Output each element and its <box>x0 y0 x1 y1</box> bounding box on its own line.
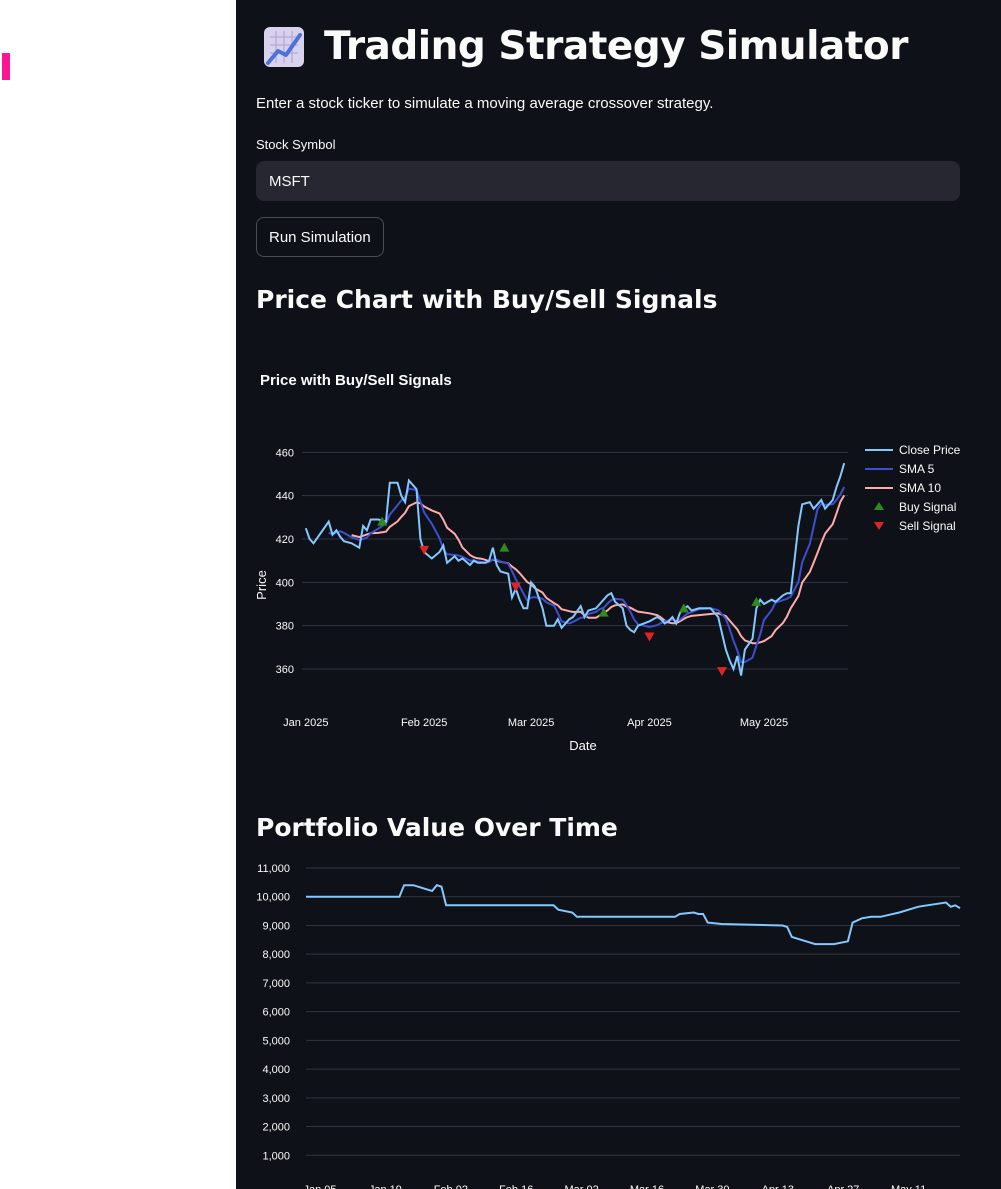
portfolio-y-tick-label: 11,000 <box>257 863 290 875</box>
portfolio-value-line <box>306 884 961 946</box>
stock-symbol-label: Stock Symbol <box>256 137 336 152</box>
portfolio-y-tick-label: 9,000 <box>262 920 290 932</box>
portfolio-y-tick-label: 10,000 <box>256 892 290 904</box>
sidebar-collapse-handle[interactable] <box>2 53 10 80</box>
price-x-tick-label: Mar 2025 <box>508 717 554 729</box>
portfolio-y-tick-label: 4,000 <box>262 1064 290 1076</box>
portfolio-x-tick-label: Feb 02 <box>434 1184 468 1189</box>
price-y-tick-label: 360 <box>276 664 294 676</box>
sell-signal-marker <box>419 545 430 555</box>
date-axis-label: Date <box>569 738 596 753</box>
portfolio-x-tick-label: Jan 19 <box>369 1184 402 1189</box>
price-chart-y-ticks: 360 380 400 420 440 460 <box>276 447 294 676</box>
legend-close-price[interactable]: Close Price <box>899 443 961 457</box>
portfolio-x-tick-label: Feb 16 <box>499 1184 533 1189</box>
main-content: Trading Strategy Simulator Enter a stock… <box>236 0 1001 1189</box>
page-title: Trading Strategy Simulator <box>324 24 908 69</box>
chart-increasing-icon <box>264 26 304 67</box>
portfolio-x-tick-label: Apr 13 <box>762 1184 794 1189</box>
portfolio-y-tick-label: 3,000 <box>262 1093 290 1105</box>
portfolio-chart-x-ticks: Jan 05 Jan 19 Feb 02 Feb 16 Mar 02 Mar 16 Mar … <box>303 1184 926 1189</box>
portfolio-x-tick-label: Mar 16 <box>630 1184 664 1189</box>
price-chart-gridlines <box>302 451 848 670</box>
portfolio-y-tick-label: 8,000 <box>262 949 290 961</box>
buy-signal-marker <box>499 542 510 552</box>
portfolio-y-tick-label: 2,000 <box>262 1122 290 1134</box>
stock-symbol-input[interactable] <box>256 161 960 201</box>
price-axis-label: Price <box>254 570 269 600</box>
price-x-tick-label: May 2025 <box>740 717 788 729</box>
portfolio-x-tick-label: Apr 27 <box>827 1184 859 1189</box>
buy-signal-marker <box>678 603 689 613</box>
legend-sell-signal[interactable]: Sell Signal <box>899 519 956 533</box>
portfolio-y-tick-label: 1,000 <box>262 1150 290 1162</box>
sidebar <box>0 0 236 1189</box>
portfolio-chart-heading: Portfolio Value Over Time <box>256 813 618 842</box>
price-y-tick-label: 440 <box>276 491 294 503</box>
legend-sma-10[interactable]: SMA 10 <box>899 481 941 495</box>
signal-markers <box>377 516 762 677</box>
price-chart-x-ticks: Jan 2025 Feb 2025 Mar 2025 Apr 2025 May 2025 <box>283 717 788 729</box>
price-x-tick-label: Jan 2025 <box>283 717 328 729</box>
portfolio-chart-y-ticks: 1,000 2,000 3,000 4,000 5,000 6,000 7,000 8,000… <box>256 863 290 1162</box>
price-chart[interactable]: Price with Buy/Sell Signals 360 380 400 420… <box>236 340 1001 770</box>
portfolio-x-tick-label: Mar 02 <box>564 1184 598 1189</box>
legend-sell-triangle-icon <box>874 522 884 530</box>
portfolio-x-tick-label: Mar 30 <box>695 1184 729 1189</box>
sma-5-line <box>328 486 846 664</box>
sma-10-line <box>351 494 846 645</box>
portfolio-y-tick-label: 5,000 <box>262 1035 290 1047</box>
price-y-tick-label: 400 <box>276 577 294 589</box>
price-y-tick-label: 420 <box>276 534 294 546</box>
portfolio-chart[interactable]: 1,000 2,000 3,000 4,000 5,000 6,000 7,000 8,000… <box>236 855 1001 1189</box>
intro-text: Enter a stock ticker to simulate a movin… <box>256 95 714 112</box>
run-simulation-button[interactable]: Run Simulation <box>256 217 384 257</box>
legend-buy-triangle-icon <box>874 502 884 510</box>
page-header: Trading Strategy Simulator <box>262 24 908 69</box>
legend-buy-signal[interactable]: Buy Signal <box>899 500 956 514</box>
portfolio-chart-gridlines <box>306 867 960 1156</box>
sell-signal-marker <box>717 667 727 677</box>
price-x-tick-label: Feb 2025 <box>401 717 447 729</box>
price-y-tick-label: 380 <box>276 621 294 633</box>
legend-sma-5[interactable]: SMA 5 <box>899 462 935 476</box>
sell-signal-marker <box>644 632 655 642</box>
price-x-tick-label: Apr 2025 <box>627 717 672 729</box>
price-chart-title: Price with Buy/Sell Signals <box>260 372 452 389</box>
portfolio-y-tick-label: 6,000 <box>262 1007 290 1019</box>
price-chart-heading: Price Chart with Buy/Sell Signals <box>256 285 718 314</box>
close-price-line <box>304 462 846 676</box>
price-y-tick-label: 460 <box>276 447 294 459</box>
portfolio-y-tick-label: 7,000 <box>262 978 290 990</box>
portfolio-x-tick-label: May 11 <box>891 1184 926 1189</box>
portfolio-x-tick-label: Jan 05 <box>303 1184 336 1189</box>
price-chart-legend[interactable]: Close Price SMA 5 SMA 10 Buy Signal Sell… <box>865 443 961 533</box>
